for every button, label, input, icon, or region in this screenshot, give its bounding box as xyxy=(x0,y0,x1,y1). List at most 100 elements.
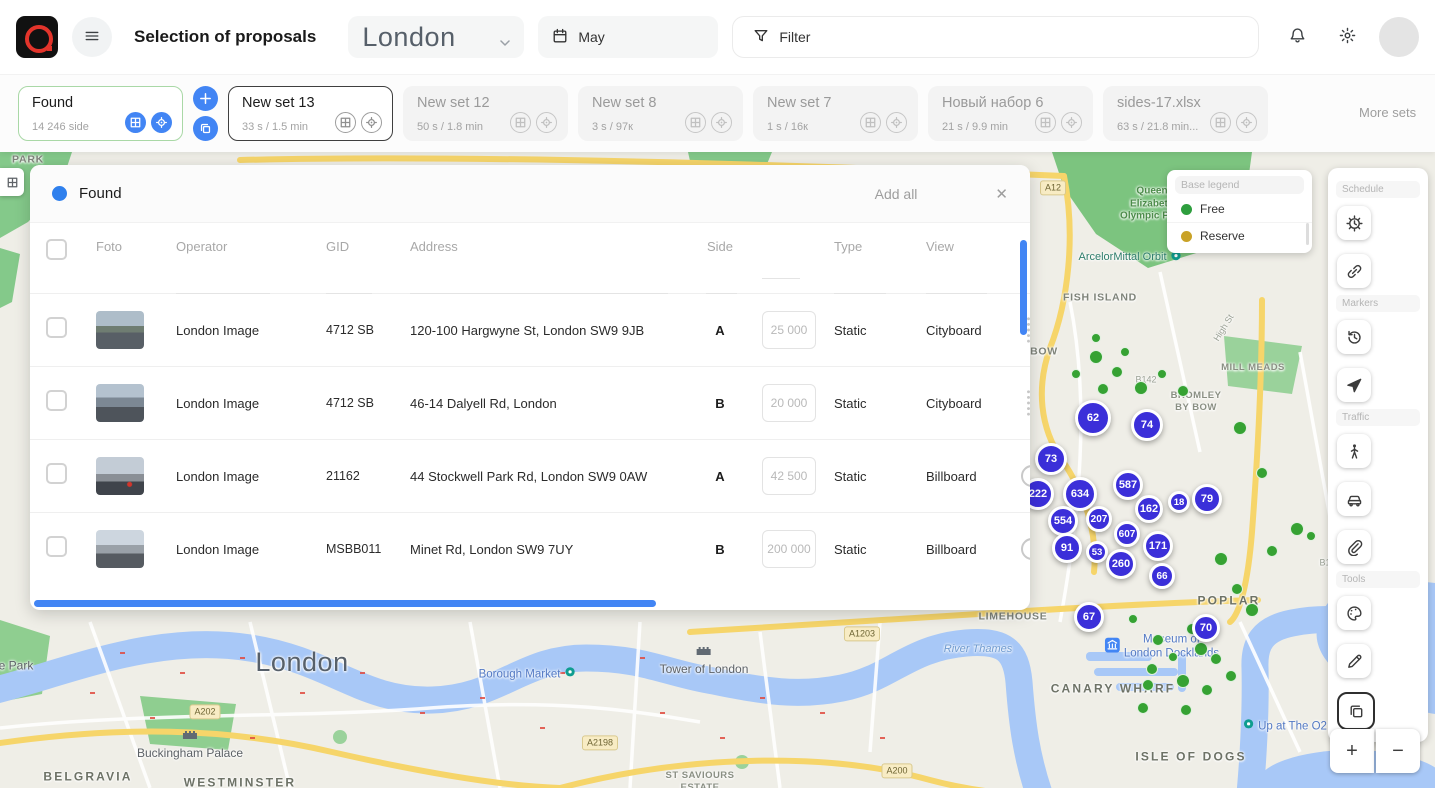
column-header-address[interactable]: Address xyxy=(396,223,692,254)
pedestrian-button[interactable] xyxy=(1337,434,1371,468)
filter-bar[interactable]: Filter xyxy=(732,16,1259,58)
row-checkbox[interactable] xyxy=(46,463,67,484)
copy-set-button[interactable] xyxy=(193,116,218,141)
settings-button[interactable] xyxy=(1329,19,1365,55)
row-checkbox[interactable] xyxy=(46,536,67,557)
map-view-icon[interactable] xyxy=(711,112,732,133)
set-card[interactable]: New set 1333 s / 1.5 min xyxy=(228,86,393,141)
horizontal-scrollbar[interactable] xyxy=(34,600,656,607)
cluster-marker[interactable]: 260 xyxy=(1106,549,1136,579)
side-photo[interactable] xyxy=(96,311,144,349)
table-row[interactable]: London Image4712 SB46-14 Dalyell Rd, Lon… xyxy=(30,366,1030,439)
add-all-button[interactable]: Add all xyxy=(875,186,918,202)
found-set-card[interactable]: Found 14 246 side xyxy=(18,86,183,141)
row-checkbox[interactable] xyxy=(46,317,67,338)
navigation-button[interactable] xyxy=(1337,368,1371,402)
month-select[interactable]: May xyxy=(538,16,718,58)
table-view-icon[interactable] xyxy=(510,112,531,133)
row-checkbox[interactable] xyxy=(46,390,67,411)
close-icon[interactable]: ✕ xyxy=(995,185,1008,203)
table-view-icon[interactable] xyxy=(125,112,146,133)
history-button[interactable] xyxy=(1337,320,1371,354)
map-view-icon[interactable] xyxy=(886,112,907,133)
price-field[interactable]: 20 000 xyxy=(762,384,816,422)
cluster-marker[interactable]: 91 xyxy=(1052,533,1082,563)
column-header-view[interactable]: View xyxy=(912,223,1016,254)
cluster-marker[interactable]: 74 xyxy=(1131,409,1163,441)
link-button[interactable] xyxy=(1337,254,1371,288)
table-view-icon[interactable] xyxy=(860,112,881,133)
side-photo[interactable] xyxy=(96,530,144,568)
table-row[interactable]: London ImageMSBB011Minet Rd, London SW9 … xyxy=(30,512,1030,585)
side-photo[interactable] xyxy=(96,384,144,422)
cluster-marker[interactable]: 70 xyxy=(1192,614,1220,642)
map[interactable]: PARKQueen Elizabeth Olympic ParkArcelorM… xyxy=(0,152,1435,788)
zoom-controls: + − xyxy=(1330,729,1420,773)
city-select[interactable]: London xyxy=(348,16,524,58)
legend-scrollbar[interactable] xyxy=(1306,223,1309,245)
cluster-marker[interactable]: 18 xyxy=(1168,491,1190,513)
map-view-icon[interactable] xyxy=(361,112,382,133)
column-header-gid[interactable]: GID xyxy=(312,223,396,254)
map-view-icon[interactable] xyxy=(1236,112,1257,133)
map-view-icon[interactable] xyxy=(1061,112,1082,133)
row-peek-button[interactable] xyxy=(1021,538,1030,560)
table-row[interactable]: London Image2116244 Stockwell Park Rd, L… xyxy=(30,439,1030,512)
palette-button[interactable] xyxy=(1337,596,1371,630)
legend-item[interactable]: Reserve xyxy=(1167,223,1312,249)
price-field[interactable]: 200 000 xyxy=(762,530,816,568)
collapse-panel-button[interactable] xyxy=(0,168,24,196)
cluster-marker[interactable]: 53 xyxy=(1086,541,1108,563)
legend-item[interactable]: Free xyxy=(1167,196,1312,223)
filter-button[interactable]: Filter xyxy=(733,17,830,57)
avatar[interactable] xyxy=(1379,17,1419,57)
cluster-marker[interactable]: 171 xyxy=(1143,531,1173,561)
cluster-marker[interactable]: 554 xyxy=(1048,506,1078,536)
table-row[interactable]: London Image4712 SB120-100 Hargwyne St, … xyxy=(30,293,1030,366)
set-card[interactable]: New set 1250 s / 1.8 min xyxy=(403,86,568,141)
cluster-marker[interactable]: 66 xyxy=(1149,563,1175,589)
cluster-marker[interactable]: 162 xyxy=(1135,495,1163,523)
more-sets-button[interactable]: More sets xyxy=(1359,105,1417,122)
row-drag-handle[interactable] xyxy=(1027,389,1030,417)
cluster-marker[interactable]: 634 xyxy=(1063,477,1097,511)
map-view-icon[interactable] xyxy=(151,112,172,133)
duplicate-button[interactable] xyxy=(1337,692,1375,730)
schedule-button[interactable] xyxy=(1337,206,1371,240)
price-field[interactable]: 42 500 xyxy=(762,457,816,495)
column-header-type[interactable]: Type xyxy=(820,223,912,254)
cluster-marker[interactable]: 607 xyxy=(1114,521,1140,547)
row-peek-button[interactable] xyxy=(1021,465,1030,487)
pencil-button[interactable] xyxy=(1337,644,1371,678)
attachment-button[interactable] xyxy=(1337,530,1371,564)
column-header-operator[interactable]: Operator xyxy=(162,223,312,254)
cluster-marker[interactable]: 79 xyxy=(1192,484,1222,514)
table-view-icon[interactable] xyxy=(1210,112,1231,133)
cluster-marker[interactable]: 67 xyxy=(1074,602,1104,632)
table-view-icon[interactable] xyxy=(335,112,356,133)
column-header-side[interactable]: Side xyxy=(692,223,748,254)
cluster-marker[interactable]: 207 xyxy=(1086,506,1112,532)
zoom-out-button[interactable]: − xyxy=(1376,729,1420,773)
add-set-button[interactable] xyxy=(193,86,218,111)
vertical-scrollbar[interactable] xyxy=(1020,240,1027,335)
menu-button[interactable] xyxy=(72,17,112,57)
cluster-marker[interactable]: 62 xyxy=(1075,400,1111,436)
cluster-marker[interactable]: 73 xyxy=(1035,443,1067,475)
set-card[interactable]: Новый набор 621 s / 9.9 min xyxy=(928,86,1093,141)
zoom-in-button[interactable]: + xyxy=(1330,729,1374,773)
row-drag-handle[interactable] xyxy=(1027,316,1030,344)
set-card[interactable]: New set 71 s / 16к xyxy=(753,86,918,141)
table-view-icon[interactable] xyxy=(685,112,706,133)
table-view-icon[interactable] xyxy=(1035,112,1056,133)
map-view-icon[interactable] xyxy=(536,112,557,133)
set-card[interactable]: sides-17.xlsx63 s / 21.8 min... xyxy=(1103,86,1268,141)
notifications-button[interactable] xyxy=(1279,19,1315,55)
price-field[interactable]: 25 000 xyxy=(762,311,816,349)
set-card[interactable]: New set 83 s / 97к xyxy=(578,86,743,141)
side-photo[interactable] xyxy=(96,457,144,495)
cluster-marker[interactable]: 587 xyxy=(1113,470,1143,500)
car-button[interactable] xyxy=(1337,482,1371,516)
column-header-foto[interactable]: Foto xyxy=(82,223,162,254)
select-all-checkbox[interactable] xyxy=(46,239,67,260)
